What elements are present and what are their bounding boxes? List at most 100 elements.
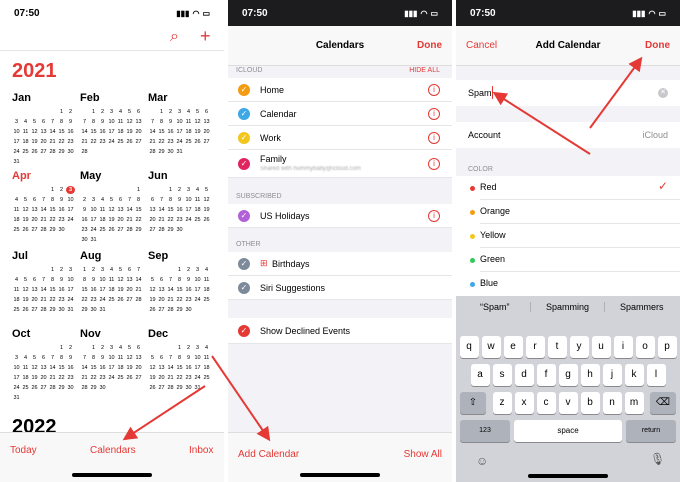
- info-icon[interactable]: i: [428, 210, 440, 222]
- key-a[interactable]: a: [470, 364, 490, 386]
- key-n[interactable]: n: [602, 392, 622, 414]
- key-j[interactable]: j: [602, 364, 622, 386]
- day-cell: 8: [177, 355, 182, 361]
- day-cell: 19: [149, 297, 156, 303]
- suggestion-3[interactable]: Spammers: [620, 302, 664, 312]
- key-x[interactable]: x: [514, 392, 534, 414]
- month-aug[interactable]: Aug 1 2 3 4 5 6 7 8 9 10 11 12 13 14 15 16 17 18 19 20 21 22 23…: [80, 250, 144, 314]
- key-f[interactable]: f: [536, 364, 556, 386]
- key-l[interactable]: l: [646, 364, 666, 386]
- show-declined-events-row[interactable]: ✓ Show Declined Events: [228, 318, 452, 344]
- key-u[interactable]: u: [591, 336, 611, 358]
- month-oct[interactable]: Oct 1 2 3 4 5 6 7 8 9 10 11 12 13 14 15 16 17 18 19 20 21 22 23…: [12, 328, 76, 402]
- month-jan[interactable]: Jan 1 2 3 4 5 6 7 8 9 10 11 12 13 14 15 16 17 18 19 20 21 22 23…: [12, 92, 76, 166]
- month-mar[interactable]: Mar 1 2 3 4 5 6 7 8 9 10 11 12 13 14 15 16 17 18 19 20 21 22 23…: [148, 92, 212, 156]
- key-c[interactable]: c: [536, 392, 556, 414]
- space-key[interactable]: space: [514, 420, 622, 442]
- calendar-row-home[interactable]: ✓ Home i: [228, 78, 452, 102]
- emoji-icon[interactable]: ☺: [476, 454, 488, 468]
- check-circle-icon[interactable]: ✓: [238, 158, 250, 170]
- hide-all-button[interactable]: HIDE ALL: [409, 67, 440, 74]
- day-cell: 13: [149, 207, 156, 213]
- key-t[interactable]: t: [547, 336, 567, 358]
- return-key[interactable]: return: [626, 420, 676, 442]
- inbox-button[interactable]: Inbox: [189, 445, 213, 456]
- month-dec[interactable]: Dec 1 2 3 4 5 6 7 8 9 10 11 12 13 14 15 16 17 18 19 20 21 22 23…: [148, 328, 212, 392]
- day-cell: 3: [91, 197, 96, 203]
- day-cell: 25: [117, 375, 124, 381]
- day-cell: 4: [186, 109, 191, 115]
- key-y[interactable]: y: [569, 336, 589, 358]
- done-button[interactable]: Done: [645, 40, 670, 51]
- key-q[interactable]: q: [459, 336, 479, 358]
- calendar-row-family[interactable]: ✓ Family Shared with hummybaby@icloud.co…: [228, 150, 452, 178]
- search-icon[interactable]: ⌕: [170, 28, 179, 46]
- key-r[interactable]: r: [525, 336, 545, 358]
- shift-key[interactable]: ⇧: [460, 392, 486, 414]
- month-may[interactable]: May 1 2 3 4 5 6 7 8 9 10 11 12 13 14 15 16 17 18 19 20 21 22 23…: [80, 170, 144, 244]
- day-cell: 23: [99, 375, 106, 381]
- day-cell: 8: [59, 355, 64, 361]
- check-circle-icon[interactable]: ✓: [238, 132, 250, 144]
- month-jun[interactable]: Jun 1 2 3 4 5 6 7 8 9 10 11 12 13 14 15 16 17 18 19 20 21 22 23…: [148, 170, 212, 234]
- calendar-row-siri-suggestions[interactable]: ✓ Siri Suggestions: [228, 276, 452, 300]
- numbers-key[interactable]: 123: [460, 420, 510, 442]
- microphone-icon[interactable]: 🎙: [650, 452, 665, 466]
- key-o[interactable]: o: [635, 336, 655, 358]
- check-circle-icon[interactable]: ✓: [238, 282, 250, 294]
- calendar-name-field[interactable]: Spam ✕: [456, 80, 680, 106]
- calendar-row-calendar[interactable]: ✓ Calendar i: [228, 102, 452, 126]
- calendar-row-birthdays[interactable]: ✓ ⊞ Birthdays: [228, 252, 452, 276]
- key-m[interactable]: m: [624, 392, 644, 414]
- key-h[interactable]: h: [580, 364, 600, 386]
- key-z[interactable]: z: [492, 392, 512, 414]
- day-cell: 22: [90, 139, 97, 145]
- signal-icon: ▮▮▮: [404, 8, 418, 18]
- calendar-label: Calendar: [260, 109, 297, 119]
- add-calendar-button[interactable]: Add Calendar: [238, 449, 299, 460]
- check-circle-icon[interactable]: ✓: [238, 84, 250, 96]
- key-s[interactable]: s: [492, 364, 512, 386]
- key-v[interactable]: v: [558, 392, 578, 414]
- today-button[interactable]: Today: [10, 445, 37, 456]
- day-cell: 16: [90, 287, 97, 293]
- month-apr[interactable]: Apr 1 2 3 4 5 6 7 8 9 10 11 12 13 14 15 16 17 18 19 20 21 22 23…: [12, 170, 76, 234]
- key-b[interactable]: b: [580, 392, 600, 414]
- key-d[interactable]: d: [514, 364, 534, 386]
- month-jul[interactable]: Jul 1 2 3 4 5 6 7 8 9 10 11 12 13 14 15 16 17 18 19 20 21 22 23…: [12, 250, 76, 314]
- day-cell: 7: [159, 197, 164, 203]
- info-icon[interactable]: i: [428, 108, 440, 120]
- info-icon[interactable]: i: [428, 84, 440, 96]
- key-e[interactable]: e: [503, 336, 523, 358]
- suggestion-1[interactable]: “Spam”: [480, 302, 510, 312]
- key-i[interactable]: i: [613, 336, 633, 358]
- month-nov[interactable]: Nov 1 2 3 4 5 6 7 8 9 10 11 12 13 14 15 16 17 18 19 20 21 22 23…: [80, 328, 144, 392]
- check-circle-icon[interactable]: ✓: [238, 325, 250, 337]
- info-icon[interactable]: i: [428, 158, 440, 170]
- calendars-button[interactable]: Calendars: [90, 445, 136, 456]
- show-all-button[interactable]: Show All: [404, 449, 442, 460]
- delete-key[interactable]: ⌫: [650, 392, 676, 414]
- suggestion-2[interactable]: Spamming: [546, 302, 589, 312]
- key-g[interactable]: g: [558, 364, 578, 386]
- day-cell: 23: [58, 297, 65, 303]
- calendar-row-work[interactable]: ✓ Work i: [228, 126, 452, 150]
- add-icon[interactable]: +: [200, 26, 211, 47]
- key-p[interactable]: p: [657, 336, 677, 358]
- day-cell: 11: [185, 119, 192, 125]
- key-k[interactable]: k: [624, 364, 644, 386]
- done-button[interactable]: Done: [417, 40, 442, 51]
- key-w[interactable]: w: [481, 336, 501, 358]
- info-icon[interactable]: i: [428, 132, 440, 144]
- day-cell: 22: [176, 375, 183, 381]
- check-circle-icon[interactable]: ✓: [238, 210, 250, 222]
- account-row[interactable]: Account iCloud: [456, 122, 680, 148]
- month-feb[interactable]: Feb 1 2 3 4 5 6 7 8 9 10 11 12 13 14 15 16 17 18 19 20 21 22 23…: [80, 92, 144, 156]
- day-cell: 4: [109, 267, 114, 273]
- check-circle-icon[interactable]: ✓: [238, 258, 250, 270]
- check-circle-icon[interactable]: ✓: [238, 108, 250, 120]
- calendar-name-input[interactable]: Spam: [468, 88, 492, 98]
- calendar-row-us-holidays[interactable]: ✓ US Holidays i: [228, 204, 452, 228]
- month-sep[interactable]: Sep 1 2 3 4 5 6 7 8 9 10 11 12 13 14 15 16 17 18 19 20 21 22 23…: [148, 250, 212, 314]
- clear-icon[interactable]: ✕: [658, 88, 668, 98]
